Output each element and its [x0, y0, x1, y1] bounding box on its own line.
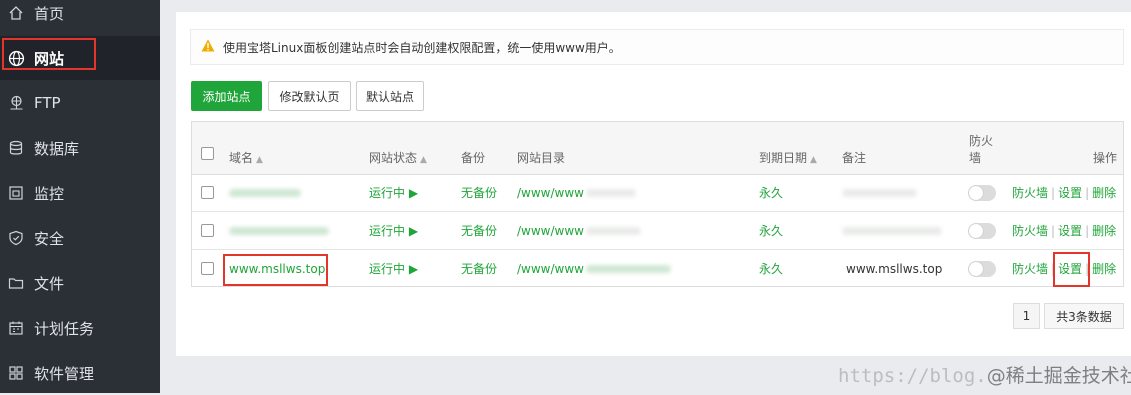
backup-cell[interactable]: 无备份	[461, 250, 497, 287]
warning-icon	[201, 39, 215, 55]
firewall-link[interactable]: 防火墙	[1012, 184, 1048, 201]
sidebar-item-label: 首页	[34, 4, 65, 23]
sidebar-item-label: FTP	[34, 94, 61, 112]
sidebar-item-label: 监控	[34, 184, 65, 203]
pagination-total: 共3条数据	[1044, 303, 1124, 329]
firewall-link[interactable]: 防火墙	[1012, 260, 1048, 277]
row-actions: 防火墙 | 设置 | 删除	[1012, 184, 1117, 201]
row-checkbox[interactable]	[201, 186, 214, 199]
directory-cell[interactable]: /www/www	[517, 250, 671, 287]
delete-link[interactable]: 删除	[1092, 184, 1116, 201]
add-site-button[interactable]: 添加站点	[191, 81, 262, 111]
site-panel: 使用宝塔Linux面板创建站点时会自动创建权限配置，统一使用www用户。 添加站…	[176, 12, 1131, 356]
header-actions: 操作	[1093, 151, 1118, 165]
sidebar-item-label: 计划任务	[34, 319, 95, 338]
domain-cell[interactable]	[229, 212, 329, 249]
site-table: 域名 ▲ 网站状态 ▲ 备份 网站目录 到期日期 ▲ 备注 防火墙 操作 运行中 ▶ …	[191, 121, 1124, 287]
expiry-cell[interactable]: 永久	[759, 212, 783, 249]
sidebar-item-website[interactable]: 网站	[0, 36, 160, 80]
sidebar-item-monitor[interactable]: 监控	[0, 171, 160, 215]
sidebar-item-label: 文件	[34, 274, 65, 293]
firewall-link[interactable]: 防火墙	[1012, 222, 1048, 239]
row-actions: 防火墙 | 设置 | 删除	[1012, 222, 1117, 239]
sidebar-item-security[interactable]: 安全	[0, 216, 160, 260]
header-status[interactable]: 网站状态 ▲	[369, 149, 427, 166]
sidebar-item-database[interactable]: 数据库	[0, 126, 160, 170]
table-row: www.msllws.top 运行中 ▶ 无备份 /www/www 永久 www…	[192, 250, 1123, 287]
default-site-button[interactable]: 默认站点	[356, 81, 424, 111]
settings-highlight-box	[1053, 252, 1090, 287]
header-directory: 网站目录	[517, 151, 566, 165]
delete-link[interactable]: 删除	[1092, 260, 1116, 277]
backup-cell[interactable]: 无备份	[461, 212, 497, 249]
network-icon	[6, 93, 26, 113]
note-cell[interactable]: www.msllws.top	[846, 250, 942, 287]
expiry-cell[interactable]: 永久	[759, 250, 783, 287]
sidebar-item-label: 安全	[34, 229, 65, 248]
sidebar-item-label: 数据库	[34, 139, 80, 158]
delete-link[interactable]: 删除	[1092, 222, 1116, 239]
table-row: 运行中 ▶ 无备份 /www/www 永久 防火墙 | 设置 | 删除	[192, 212, 1123, 250]
pagination-current-page[interactable]: 1	[1013, 303, 1040, 329]
header-domain[interactable]: 域名 ▲	[229, 149, 263, 166]
note-cell[interactable]	[842, 174, 917, 211]
table-header: 域名 ▲ 网站状态 ▲ 备份 网站目录 到期日期 ▲ 备注 防火墙 操作	[192, 122, 1123, 175]
sidebar-item-label: 软件管理	[34, 364, 95, 383]
status-cell[interactable]: 运行中 ▶	[369, 174, 418, 211]
database-icon	[6, 138, 26, 158]
folder-icon	[6, 273, 26, 293]
header-expiry[interactable]: 到期日期 ▲	[759, 149, 817, 166]
sidebar-item-files[interactable]: 文件	[0, 261, 160, 305]
select-all-checkbox[interactable]	[201, 147, 214, 160]
sidebar-item-ftp[interactable]: FTP	[0, 81, 160, 125]
shield-icon	[6, 228, 26, 248]
header-note: 备注	[842, 151, 867, 165]
header-backup: 备份	[461, 151, 486, 165]
calendar-icon	[6, 318, 26, 338]
note-cell[interactable]	[842, 212, 942, 249]
backup-cell[interactable]: 无备份	[461, 174, 497, 211]
table-row: 运行中 ▶ 无备份 /www/www 永久 防火墙 | 设置 | 删除	[192, 174, 1123, 212]
notice-bar: 使用宝塔Linux面板创建站点时会自动创建权限配置，统一使用www用户。	[190, 29, 1124, 65]
edit-default-page-button[interactable]: 修改默认页	[268, 81, 351, 111]
domain-cell[interactable]	[229, 174, 301, 211]
watermark: https://blog.@稀土掘金技术社区	[838, 365, 1131, 387]
row-checkbox[interactable]	[201, 224, 214, 237]
sidebar-item-cron[interactable]: 计划任务	[0, 306, 160, 350]
settings-link[interactable]: 设置	[1058, 222, 1082, 239]
monitor-icon	[6, 183, 26, 203]
row-checkbox[interactable]	[201, 262, 214, 275]
settings-link[interactable]: 设置	[1058, 184, 1082, 201]
expiry-cell[interactable]: 永久	[759, 174, 783, 211]
status-cell[interactable]: 运行中 ▶	[369, 212, 418, 249]
apps-icon	[6, 363, 26, 383]
status-cell[interactable]: 运行中 ▶	[369, 250, 418, 287]
header-firewall: 防火墙	[969, 134, 994, 165]
firewall-toggle[interactable]	[968, 185, 996, 201]
directory-cell[interactable]: /www/www	[517, 212, 641, 249]
home-icon	[6, 3, 26, 23]
sidebar: 首页 网站 FTP 数据库 监控 安全 文件 计划任务 软件管理	[0, 0, 160, 393]
sidebar-item-home[interactable]: 首页	[0, 0, 160, 35]
domain-highlight-box	[223, 254, 328, 286]
firewall-toggle[interactable]	[968, 223, 996, 239]
firewall-toggle[interactable]	[968, 261, 996, 277]
highlight-box	[2, 38, 96, 70]
sidebar-item-software[interactable]: 软件管理	[0, 351, 160, 395]
notice-text: 使用宝塔Linux面板创建站点时会自动创建权限配置，统一使用www用户。	[223, 40, 621, 55]
directory-cell[interactable]: /www/www	[517, 174, 636, 211]
